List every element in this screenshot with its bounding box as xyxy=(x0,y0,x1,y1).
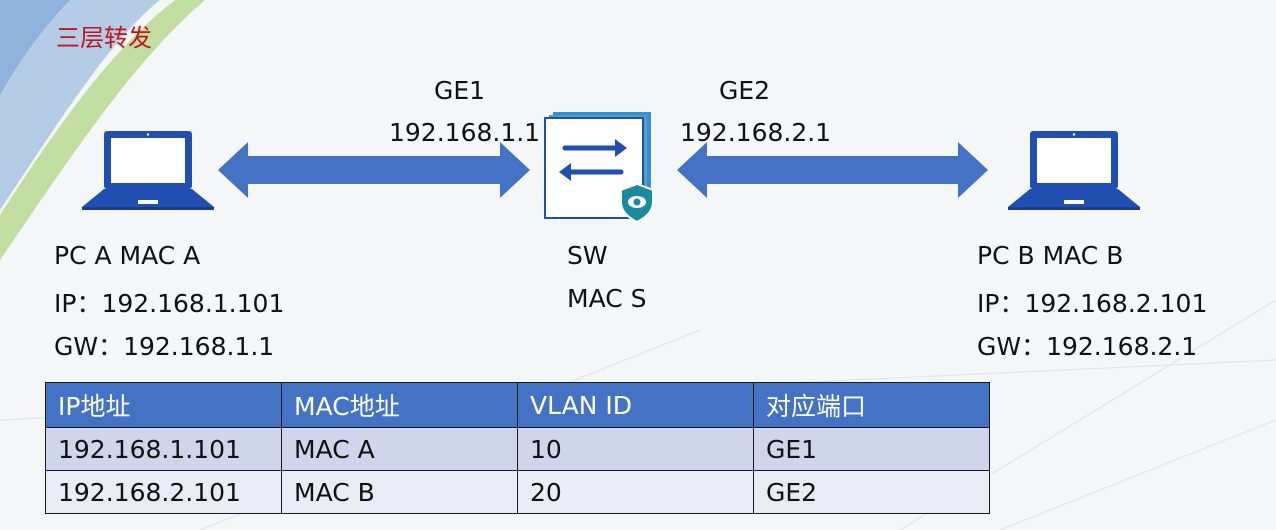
header-mac-address: MAC地址 xyxy=(281,382,518,428)
table-row: 192.168.1.101 MAC A 10 GE1 xyxy=(45,427,990,471)
cell-ip: 192.168.2.101 xyxy=(45,470,282,514)
pc-a-gw-label: GW：192.168.1.1 xyxy=(54,332,275,361)
link-arrow-right xyxy=(677,142,988,198)
slide-title: 三层转发 xyxy=(56,24,152,52)
forwarding-table: IP地址 MAC地址 VLAN ID 对应端口 192.168.1.101 MA… xyxy=(45,382,990,514)
cell-port: GE1 xyxy=(753,427,990,471)
cell-ip: 192.168.1.101 xyxy=(45,427,282,471)
port1-name: GE1 xyxy=(434,76,486,105)
pc-b-ip-label: IP：192.168.2.101 xyxy=(977,289,1208,318)
pc-a-mac-label: PC A MAC A xyxy=(54,241,201,270)
cell-vlan: 20 xyxy=(517,470,754,514)
switch-name-label: SW xyxy=(567,241,608,270)
port2-ip: 192.168.2.1 xyxy=(680,118,832,147)
switch-icon xyxy=(544,112,654,224)
cell-port: GE2 xyxy=(753,470,990,514)
cell-vlan: 10 xyxy=(517,427,754,471)
pc-a-ip-label: IP：192.168.1.101 xyxy=(54,289,285,318)
laptop-a-icon xyxy=(82,131,214,210)
port2-name: GE2 xyxy=(719,76,771,105)
pc-b-gw-label: GW：192.168.2.1 xyxy=(977,332,1198,361)
table-row: 192.168.2.101 MAC B 20 GE2 xyxy=(45,470,990,514)
link-arrow-left xyxy=(218,142,530,198)
header-port: 对应端口 xyxy=(753,382,990,428)
header-vlan-id: VLAN ID xyxy=(517,382,754,428)
port1-ip: 192.168.1.1 xyxy=(389,118,541,147)
cell-mac: MAC A xyxy=(281,427,518,471)
cell-mac: MAC B xyxy=(281,470,518,514)
switch-mac-label: MAC S xyxy=(567,284,647,313)
pc-b-mac-label: PC B MAC B xyxy=(977,241,1124,270)
header-ip-address: IP地址 xyxy=(45,382,282,428)
laptop-b-icon xyxy=(1008,131,1140,210)
table-header-row: IP地址 MAC地址 VLAN ID 对应端口 xyxy=(45,382,990,428)
